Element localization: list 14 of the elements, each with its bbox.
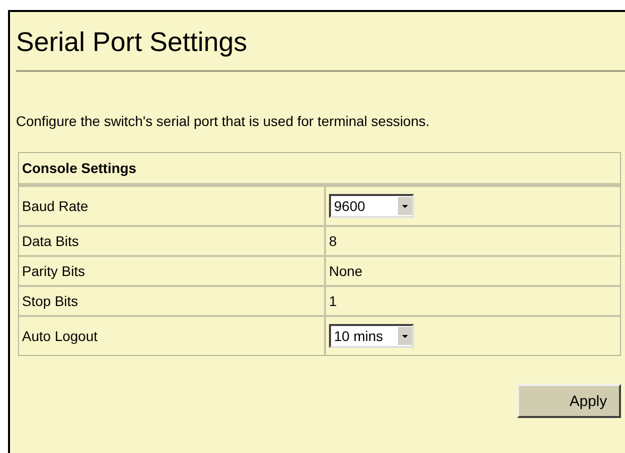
table-cell: Data Bits [19, 227, 326, 255]
apply-button[interactable]: Apply [517, 384, 621, 418]
description-text: Configure the switch's serial port that is used for terminal sessions. [16, 112, 431, 130]
table-cell: Baud Rate [19, 187, 326, 225]
table-cell: Stop Bits [19, 287, 326, 315]
page-title: Serial Port Settings [16, 26, 248, 58]
table-heading: Console Settings [19, 153, 620, 185]
dropdown[interactable]: 10 mins [329, 324, 414, 348]
table-cell: Parity Bits [19, 257, 326, 285]
dropdown[interactable]: 9600 [329, 194, 414, 218]
table-cell-text: 8 [328, 232, 338, 251]
table-cell-text: 1 [328, 292, 338, 311]
table-cell-text: None [328, 262, 364, 281]
table-cell: Auto Logout [19, 317, 326, 355]
